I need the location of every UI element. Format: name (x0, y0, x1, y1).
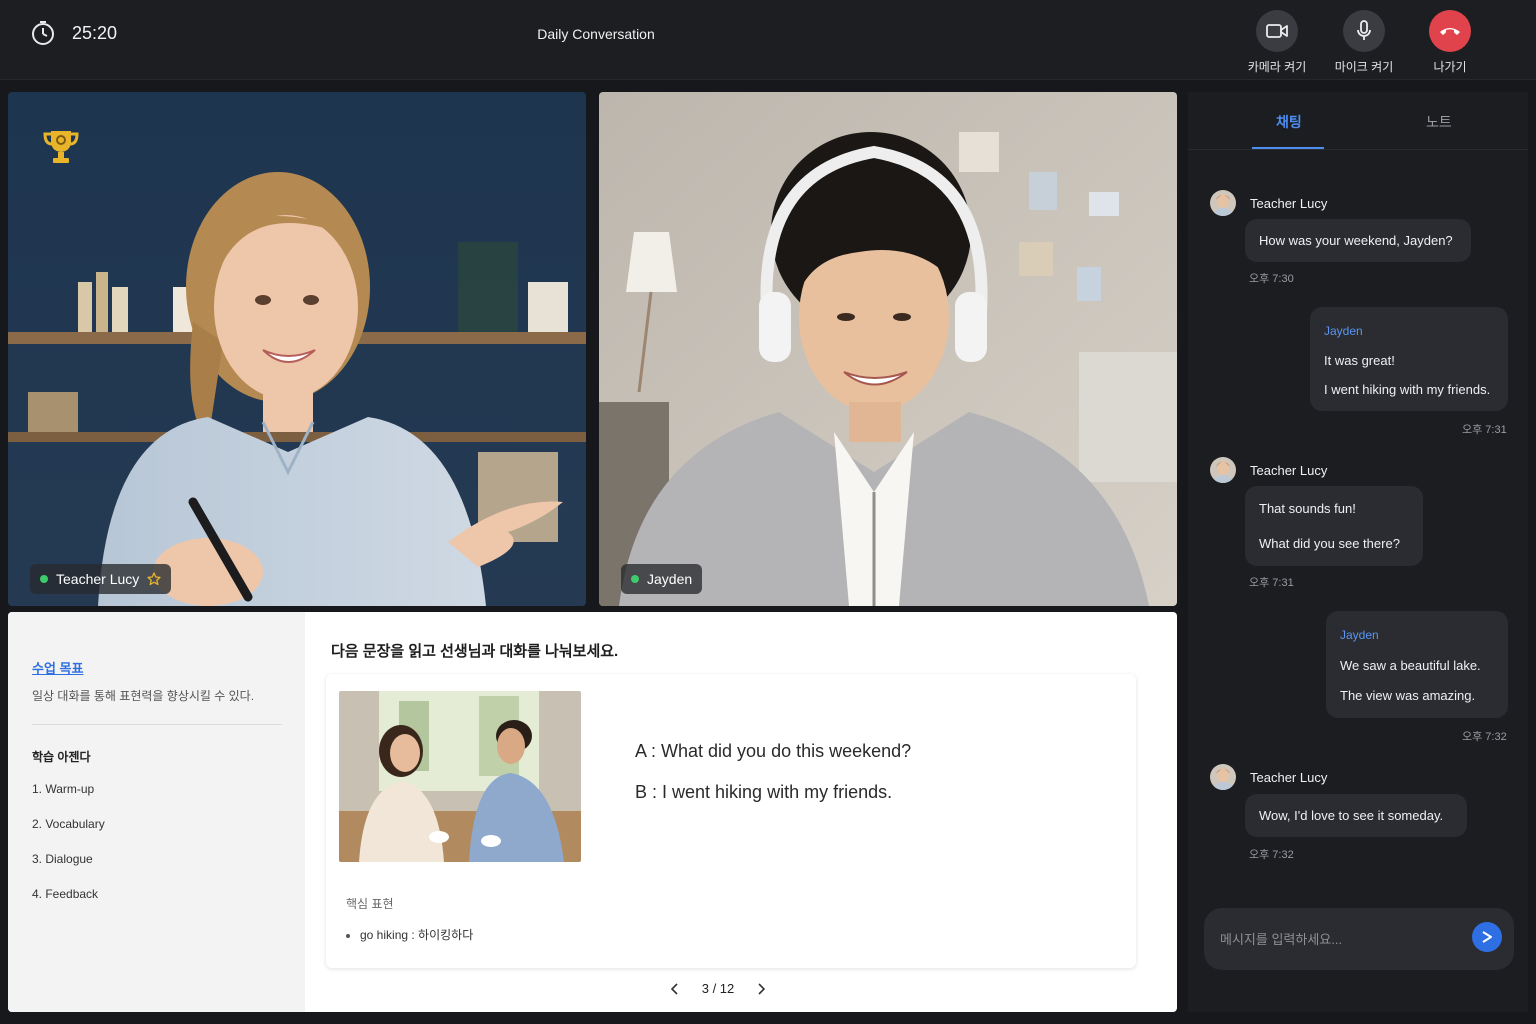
divider (32, 724, 282, 725)
online-status-dot (40, 575, 48, 583)
dialogue-line-b: B : I went hiking with my friends. (635, 782, 893, 802)
divider (1188, 149, 1528, 150)
chat-bubble: Jayden We saw a beautiful lake. The view… (1326, 611, 1508, 718)
agenda-item-warm-up[interactable]: 1. Warm-up (32, 782, 94, 796)
chat-bubble: How was your weekend, Jayden? (1245, 219, 1471, 262)
microphone-icon (1343, 10, 1385, 52)
teacher-name: Teacher Lucy (56, 571, 140, 587)
dialogue-card: A : What did you do this weekend? B : I … (326, 674, 1136, 968)
student-video-tile[interactable]: Jayden (599, 92, 1177, 606)
star-icon (147, 572, 161, 586)
message-sender: Jayden (1324, 324, 1363, 338)
teacher-video-tile[interactable]: Teacher Lucy (8, 92, 586, 606)
agenda-item-dialogue[interactable]: 3. Dialogue (32, 852, 93, 866)
message-time: 오후 7:32 (1249, 849, 1294, 861)
slide-pager: 3 / 12 (668, 981, 768, 996)
camera-label: 카메라 켜기 (1247, 60, 1307, 74)
message-text: How was your weekend, Jayden? (1259, 233, 1453, 248)
chat-bubble: Wow, I'd love to see it someday. (1245, 794, 1467, 837)
agenda-item-vocabulary[interactable]: 2. Vocabulary (32, 817, 105, 831)
session-title: Daily Conversation (537, 26, 655, 42)
student-name: Jayden (647, 571, 693, 587)
message-time: 오후 7:32 (1462, 731, 1507, 743)
message-sender: Teacher Lucy (1210, 457, 1327, 483)
mic-label: 마이크 켜기 (1334, 60, 1394, 74)
message-text: I went hiking with my friends. (1324, 382, 1491, 397)
message-time: 오후 7:31 (1249, 577, 1294, 589)
message-text: What did you see there? (1259, 536, 1400, 551)
message-input[interactable] (1220, 928, 1450, 950)
sender-name: Teacher Lucy (1250, 769, 1328, 785)
chat-bubble: Jayden It was great! I went hiking with … (1310, 307, 1508, 411)
avatar (1210, 190, 1236, 216)
student-name-tag: Jayden (621, 564, 703, 594)
tab-chat[interactable]: 채팅 (1276, 112, 1302, 132)
leave-button[interactable]: 나가기 (1410, 10, 1490, 75)
teacher-video-feed (8, 92, 586, 606)
lesson-instruction: 다음 문장을 읽고 선생님과 대화를 나눠보세요. (331, 643, 619, 660)
message-text: We saw a beautiful lake. (1340, 658, 1481, 673)
message-sender: Jayden (1340, 628, 1379, 642)
lesson-panel: 수업 목표 일상 대화를 통해 표현력을 향상시킬 수 있다. 학습 아젠다 1… (8, 612, 1177, 1012)
camera-icon (1256, 10, 1298, 52)
message-time: 오후 7:30 (1249, 273, 1294, 285)
agenda-item-feedback[interactable]: 4. Feedback (32, 887, 98, 901)
page-indicator: 3 / 12 (701, 981, 735, 996)
camera-toggle-button[interactable]: 카메라 켜기 (1237, 10, 1317, 75)
lesson-goal-title[interactable]: 수업 목표 (32, 658, 83, 677)
message-text: The view was amazing. (1340, 688, 1476, 703)
online-status-dot (631, 575, 639, 583)
hang-up-icon (1429, 10, 1471, 52)
key-expression-text: go hiking : 하이킹하다 (360, 928, 474, 942)
chevron-left-icon[interactable] (668, 982, 682, 996)
conversation-photo (339, 691, 581, 862)
message-composer (1204, 908, 1514, 970)
message-text: Wow, I'd love to see it someday. (1259, 808, 1444, 823)
send-button[interactable] (1472, 922, 1502, 952)
sender-name: Teacher Lucy (1250, 195, 1328, 211)
student-video-feed (599, 92, 1177, 606)
sender-name: Teacher Lucy (1250, 462, 1328, 478)
key-expression-title: 핵심 표현 (346, 897, 394, 911)
avatar (1210, 764, 1236, 790)
agenda-title: 학습 아젠다 (32, 750, 91, 764)
teacher-name-tag: Teacher Lucy (30, 564, 172, 594)
bullet-icon (346, 933, 350, 938)
lesson-goal-text: 일상 대화를 통해 표현력을 향상시킬 수 있다. (32, 689, 255, 703)
chat-tabs: 채팅 노트 (1188, 92, 1528, 150)
dialogue-line-a: A : What did you do this weekend? (635, 741, 912, 761)
message-text: It was great! (1324, 353, 1395, 368)
chevron-right-icon[interactable] (754, 982, 768, 996)
top-bar: 25:20 Daily Conversation 카메라 켜기 마이크 켜기 나… (0, 0, 1536, 80)
chat-panel: 채팅 노트 Teacher Lucy How was your weekend,… (1188, 92, 1528, 1012)
tab-notes[interactable]: 노트 (1426, 112, 1452, 132)
key-expression-item: go hiking : 하이킹하다 (346, 926, 473, 943)
leave-label: 나가기 (1433, 60, 1467, 74)
lesson-sidebar: 수업 목표 일상 대화를 통해 표현력을 향상시킬 수 있다. 학습 아젠다 1… (8, 612, 305, 1012)
message-sender: Teacher Lucy (1210, 190, 1327, 216)
message-time: 오후 7:31 (1462, 424, 1507, 436)
avatar (1210, 457, 1236, 483)
message-sender: Teacher Lucy (1210, 764, 1327, 790)
chat-bubble: That sounds fun! What did you see there? (1245, 486, 1423, 566)
message-text: That sounds fun! (1259, 501, 1356, 516)
send-arrow-icon (1482, 931, 1492, 943)
trophy-icon (43, 131, 79, 163)
mic-toggle-button[interactable]: 마이크 켜기 (1324, 10, 1404, 75)
